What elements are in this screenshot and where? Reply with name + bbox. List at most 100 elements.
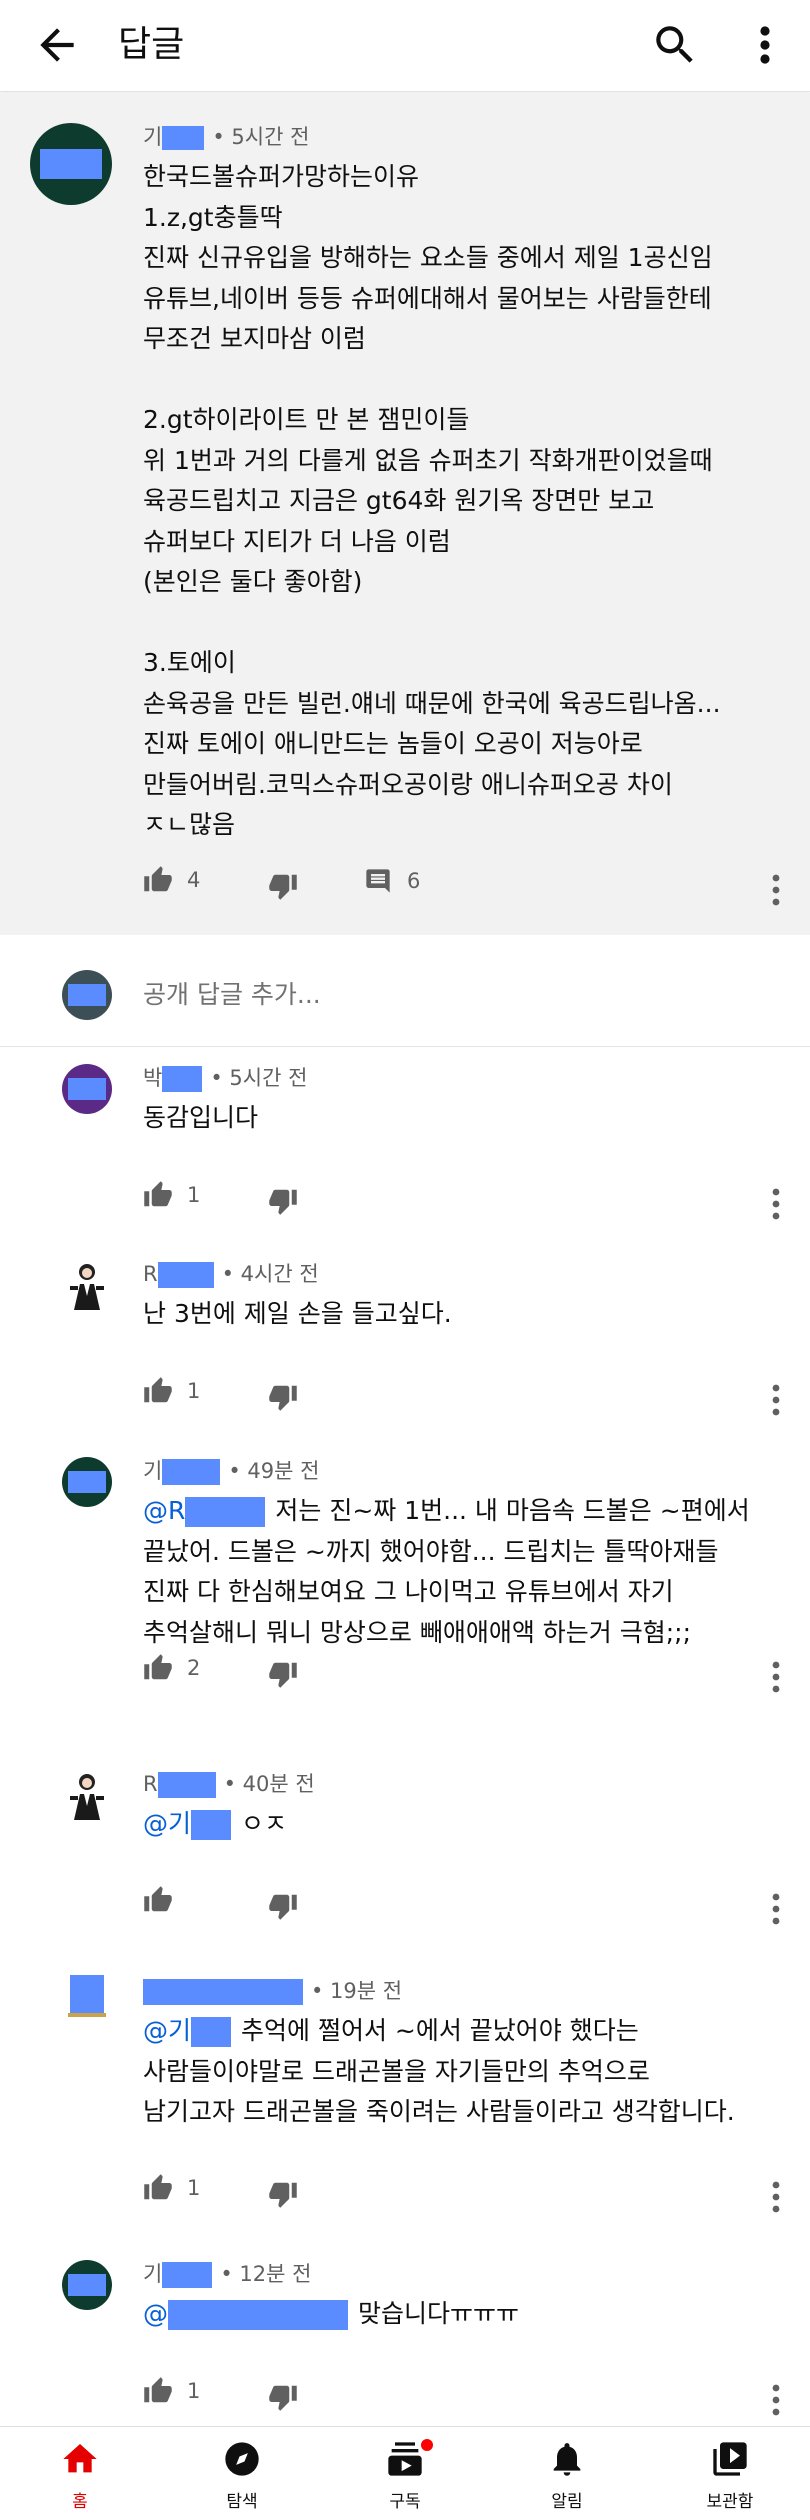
reply-button[interactable]: 6 [363, 867, 420, 895]
redaction-box [162, 126, 205, 150]
comment-line: 1.z,gt충틀딱 [143, 202, 283, 232]
like-button[interactable]: 4 [143, 865, 200, 895]
like-button[interactable]: 1 [143, 2376, 200, 2406]
dislike-button[interactable] [268, 1891, 298, 1921]
mention-link[interactable]: @ [143, 2299, 168, 2328]
more-options-icon[interactable] [745, 20, 785, 70]
avatar[interactable] [70, 1975, 104, 2015]
comment-line: 손육공을 만든 빌런.얘네 때문에 한국에 육공드립나옴... [143, 688, 721, 718]
comment-time: • 5시간 전 [210, 1066, 308, 1090]
comment-author-line: R • 4시간 전 [143, 1260, 319, 1288]
like-button[interactable]: 2 [143, 1653, 200, 1683]
comment-more-icon[interactable] [764, 2380, 788, 2420]
avatar[interactable] [64, 1770, 110, 1822]
redaction-box [162, 1066, 203, 1092]
top-app-bar: 답글 [0, 0, 810, 92]
comment-line: 유튜브,네이버 등등 슈퍼에대해서 물어보는 사람들한테 [143, 283, 712, 313]
nav-notifications[interactable]: 알림 [507, 2427, 627, 2520]
mention-link[interactable]: @기 [143, 1809, 191, 1838]
comment-line: 끝났어. 드볼은 ~까지 했어야함... 드립치는 틀딱아재들 [143, 1532, 750, 1573]
redaction-box [168, 2300, 348, 2330]
page-title: 답글 [118, 24, 185, 65]
nav-label: 보관함 [706, 2492, 754, 2512]
redaction-box [143, 1979, 303, 2005]
reply-count: 6 [407, 869, 421, 893]
author-name[interactable]: R [143, 1260, 158, 1288]
comment-line: (본인은 둘다 좋아함) [143, 567, 363, 596]
avatar-shadow [68, 2013, 106, 2017]
redaction-box [162, 1459, 221, 1485]
dislike-button[interactable] [268, 2382, 298, 2412]
dislike-button[interactable] [268, 2179, 298, 2209]
comment-time: • 49분 전 [228, 1459, 320, 1483]
thumb-up-icon [144, 1654, 172, 1680]
redaction-box [185, 1497, 266, 1527]
avatar[interactable] [62, 1064, 112, 1114]
nav-explore[interactable]: 탐색 [182, 2427, 302, 2520]
comment-line: 2.gt하이라이트 만 본 잼민이들 [143, 405, 470, 434]
mention-link[interactable]: @기 [143, 2016, 191, 2045]
dislike-button[interactable] [268, 871, 298, 901]
comment-line-text: 추억살해니 뭐니 망상으로 빼애애애액 하는거 극혐;;; [143, 1617, 692, 1647]
comment-more-icon[interactable] [764, 870, 788, 910]
thumb-down-icon [269, 1662, 297, 1688]
comment-time: • 5시간 전 [212, 125, 310, 149]
nav-home[interactable]: 홈 [20, 2427, 140, 2520]
author-name[interactable]: 기 [143, 2260, 162, 2288]
comment-line-text: 맞습니다ㅠㅠㅠ [358, 2299, 520, 2328]
avatar[interactable] [62, 1457, 112, 1507]
avatar[interactable] [30, 123, 112, 205]
comment-line: 사람들이야말로 드래곤볼을 자기들만의 추억으로 [143, 2052, 735, 2093]
comment-line [143, 603, 721, 644]
author-name[interactable]: 기 [143, 123, 162, 151]
author-name[interactable]: 기 [143, 1457, 162, 1485]
notification-dot [419, 2437, 435, 2453]
like-count: 1 [187, 2176, 201, 2200]
back-arrow-icon[interactable] [32, 20, 82, 70]
redaction-box [191, 2017, 232, 2047]
comment-text: @ 맞습니다ㅠㅠㅠ [143, 2294, 519, 2335]
dislike-button[interactable] [268, 1186, 298, 1216]
comment-text: 난 3번에 제일 손을 들고싶다. [143, 1294, 452, 1335]
comment-author-line: 기 • 5시간 전 [143, 123, 309, 151]
like-button[interactable] [143, 1885, 173, 1915]
comment-line-text: 저는 진~짜 1번... 내 마음속 드볼은 ~편에서 [275, 1496, 750, 1525]
like-button[interactable]: 1 [143, 1180, 200, 1210]
like-button[interactable]: 1 [143, 1376, 200, 1406]
mention-link[interactable]: @R [143, 1496, 185, 1525]
comment-more-icon[interactable] [764, 2177, 788, 2217]
nav-subscriptions[interactable]: 구독 [345, 2427, 465, 2520]
redaction-box [157, 1772, 216, 1798]
comment-text: 동감입니다 [143, 1098, 258, 1139]
dislike-button[interactable] [268, 1659, 298, 1689]
comment-time: • 12분 전 [220, 2262, 312, 2286]
comment-author-line: 박 • 5시간 전 [143, 1064, 307, 1092]
redaction-box [162, 2262, 213, 2288]
comment-more-icon[interactable] [764, 1380, 788, 1420]
comment-line: 진짜 토에이 애니만드는 놈들이 오공이 저능아로 [143, 729, 643, 758]
comment-line-text: 남기고자 드래곤볼을 죽이려는 사람들이라고 생각합니다. [143, 2097, 735, 2126]
thumb-down-icon [269, 1385, 297, 1411]
comment-time: • 19분 전 [311, 1979, 403, 2003]
thumb-up-icon [144, 866, 172, 892]
nav-label: 탐색 [226, 2492, 258, 2512]
avatar[interactable] [62, 2260, 112, 2310]
comment-line: 동감입니다 [143, 1098, 258, 1139]
author-name[interactable]: R [143, 1770, 158, 1798]
nav-label: 알림 [551, 2492, 583, 2512]
comment-more-icon[interactable] [764, 1657, 788, 1697]
dislike-button[interactable] [268, 1382, 298, 1412]
like-count: 4 [187, 868, 201, 892]
compass-icon [225, 2442, 259, 2476]
search-icon[interactable] [650, 20, 700, 70]
author-name[interactable]: 박 [143, 1064, 162, 1092]
comment-more-icon[interactable] [764, 1889, 788, 1929]
add-reply-input[interactable]: 공개 답글 추가... [143, 975, 321, 1011]
avatar[interactable] [64, 1260, 110, 1312]
add-reply-row[interactable]: 공개 답글 추가... [0, 935, 810, 1047]
main-comment: 기 • 5시간 전 한국드볼슈퍼가망하는이유 1.z,gt충틀딱 진짜 신규유입을 방… [0, 93, 810, 935]
comment-line: 진짜 신규유입을 방해하는 요소들 중에서 제일 1공신임 [143, 243, 713, 272]
like-button[interactable]: 1 [143, 2173, 200, 2203]
nav-library[interactable]: 보관함 [670, 2427, 790, 2520]
comment-more-icon[interactable] [764, 1184, 788, 1224]
